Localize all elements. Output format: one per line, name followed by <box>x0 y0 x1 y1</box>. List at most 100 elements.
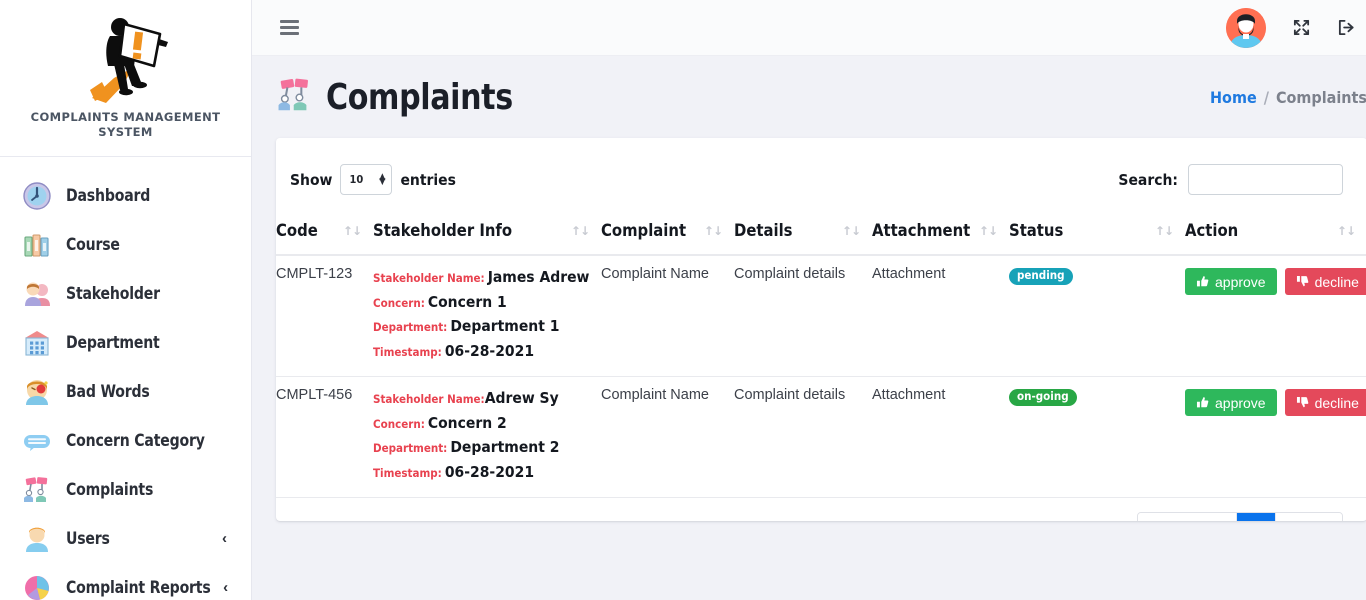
column-header-stakeholder-info[interactable]: Stakeholder Info ↑↓ <box>373 209 601 256</box>
entries-select[interactable]: 10 ▲ ▼ <box>340 164 393 195</box>
field-value: Department 2 <box>450 438 560 456</box>
sidebar-item-label: Department <box>66 332 160 353</box>
cell-complaint: Complaint Name <box>601 255 734 377</box>
chevron-updown-icon: ▲ ▼ <box>379 171 386 187</box>
books-icon <box>22 230 52 260</box>
cell-status: pending <box>1009 255 1185 377</box>
column-label: Details <box>734 221 793 240</box>
sort-icon[interactable]: ↑↓ <box>343 224 373 238</box>
pagination-page-1[interactable]: 1 <box>1237 513 1277 521</box>
topbar-actions <box>1226 7 1356 48</box>
sidebar-item-label: Stakeholder <box>66 283 160 304</box>
sidebar-item-bad-words[interactable]: Bad Words <box>0 367 251 416</box>
department-line: Department: Department 1 <box>373 315 601 340</box>
table-row: CMPLT-123 Stakeholder Name: James Adrew C… <box>276 255 1366 377</box>
cell-status: on-going <box>1009 376 1185 498</box>
decline-button[interactable]: decline <box>1284 268 1366 295</box>
stakeholder-name-line: Stakeholder Name:Adrew Sy <box>373 387 601 412</box>
sort-icon[interactable]: ↑↓ <box>1337 224 1366 238</box>
sidebar-item-label: Complaint Reports <box>66 577 211 598</box>
sidebar-item-stakeholder[interactable]: Stakeholder <box>0 269 251 318</box>
sidebar-item-concern-category[interactable]: Concern Category <box>0 416 251 465</box>
cell-stakeholder-info: Stakeholder Name: James Adrew Concern: Con… <box>373 255 601 377</box>
field-value: James Adrew <box>487 268 590 286</box>
column-label: Code <box>276 221 318 240</box>
sidebar-item-complaints[interactable]: Complaints <box>0 465 251 514</box>
sidebar-item-dashboard[interactable]: Dashboard <box>0 171 251 220</box>
table-body: CMPLT-123 Stakeholder Name: James Adrew C… <box>276 255 1366 498</box>
building-grid-icon <box>22 328 52 358</box>
decline-label: decline <box>1314 273 1359 290</box>
field-label: Concern: <box>373 416 425 431</box>
chevron-left-icon[interactable]: ‹ <box>223 580 228 595</box>
main-content: Complaints Home / Complaints Show 10 ▲▼ <box>252 0 1366 600</box>
cell-action: approve decline <box>1185 376 1366 498</box>
sort-icon[interactable]: ↑↓ <box>1155 224 1185 238</box>
table-controls: Show 10 ▲ ▼ entries Search: <box>276 138 1366 209</box>
column-header-code[interactable]: Code ↑↓ <box>276 209 373 256</box>
sort-icon[interactable]: ↑↓ <box>704 224 734 238</box>
entries-label: entries <box>400 170 456 189</box>
pagination-next[interactable]: Next <box>1276 513 1342 521</box>
page-header: Complaints Home / Complaints <box>252 56 1366 138</box>
column-header-action[interactable]: Action ↑↓ <box>1185 209 1366 256</box>
column-header-attachment[interactable]: Attachment ↑↓ <box>872 209 1009 256</box>
column-header-status[interactable]: Status ↑↓ <box>1009 209 1185 256</box>
table-header-row: Code ↑↓ Stakeholder Info ↑↓ Complaint ↑↓… <box>276 209 1366 256</box>
sidebar-item-label: Dashboard <box>66 185 151 206</box>
column-header-complaint[interactable]: Complaint ↑↓ <box>601 209 734 256</box>
sort-icon[interactable]: ↑↓ <box>571 224 601 238</box>
field-label: Stakeholder Name: <box>373 392 485 406</box>
search-input[interactable] <box>1188 164 1343 195</box>
approve-button[interactable]: approve <box>1185 268 1277 295</box>
sort-icon[interactable]: ↑↓ <box>842 224 872 238</box>
sidebar-item-department[interactable]: Department <box>0 318 251 367</box>
complaints-card: Show 10 ▲ ▼ entries Search: Code ↑↓ Stak… <box>276 138 1366 521</box>
thumbs-up-icon <box>1196 396 1209 409</box>
pie-chart-icon <box>22 573 52 600</box>
stakeholder-name-line: Stakeholder Name: James Adrew <box>373 266 601 291</box>
sidebar-item-complaint-reports[interactable]: Complaint Reports ‹ <box>0 563 251 600</box>
sidebar-item-label: Users <box>66 528 110 549</box>
pagination-previous[interactable]: Previous <box>1137 513 1237 521</box>
breadcrumb-home-link[interactable]: Home <box>1210 88 1257 107</box>
field-label: Timestamp: <box>373 465 442 480</box>
sidebar-item-label: Complaints <box>66 479 154 500</box>
brand-name: COMPLAINTS MANAGEMENT SYSTEM <box>30 110 221 139</box>
approve-button[interactable]: approve <box>1185 389 1277 416</box>
concern-line: Concern: Concern 1 <box>373 291 601 316</box>
decline-label: decline <box>1314 394 1359 411</box>
table-row: CMPLT-456 Stakeholder Name:Adrew Sy Conc… <box>276 376 1366 498</box>
search-control: Search: <box>1118 164 1343 195</box>
brand-block[interactable]: COMPLAINTS MANAGEMENT SYSTEM <box>0 0 251 157</box>
cell-code: CMPLT-456 <box>276 376 373 498</box>
sidebar-item-users[interactable]: Users ‹ <box>0 514 251 563</box>
sidebar-item-course[interactable]: Course <box>0 220 251 269</box>
logout-icon[interactable] <box>1337 18 1356 37</box>
department-line: Department: Department 2 <box>373 436 601 461</box>
approve-label: approve <box>1215 394 1266 411</box>
cell-attachment: Attachment <box>872 255 1009 377</box>
table-footer: Showing 1 to 2 of 2 entries Previous 1 N… <box>276 498 1366 521</box>
complaints-table: Code ↑↓ Stakeholder Info ↑↓ Complaint ↑↓… <box>276 209 1366 498</box>
cell-details: Complaint details <box>734 255 872 377</box>
expand-arrows-icon[interactable] <box>1292 18 1311 37</box>
chevron-left-icon[interactable]: ‹ <box>222 531 227 546</box>
decline-button[interactable]: decline <box>1284 389 1366 416</box>
field-value: 06-28-2021 <box>444 341 535 360</box>
protest-flags-icon <box>276 76 314 119</box>
thumbs-down-icon <box>1296 396 1309 409</box>
sidebar: COMPLAINTS MANAGEMENT SYSTEM Dashboard C… <box>0 0 252 600</box>
column-header-details[interactable]: Details ↑↓ <box>734 209 872 256</box>
avatar[interactable] <box>1226 7 1266 48</box>
sidebar-item-label: Concern Category <box>66 430 205 451</box>
show-label: Show <box>290 170 333 189</box>
field-value: Concern 1 <box>427 292 507 311</box>
app-root: COMPLAINTS MANAGEMENT SYSTEM Dashboard C… <box>0 0 1366 600</box>
breadcrumb-current: Complaints <box>1275 87 1366 107</box>
page-title-wrap: Complaints <box>276 52 527 141</box>
hamburger-icon[interactable] <box>280 17 302 38</box>
cell-code: CMPLT-123 <box>276 255 373 377</box>
two-people-icon <box>22 279 52 309</box>
sort-icon[interactable]: ↑↓ <box>979 224 1009 238</box>
